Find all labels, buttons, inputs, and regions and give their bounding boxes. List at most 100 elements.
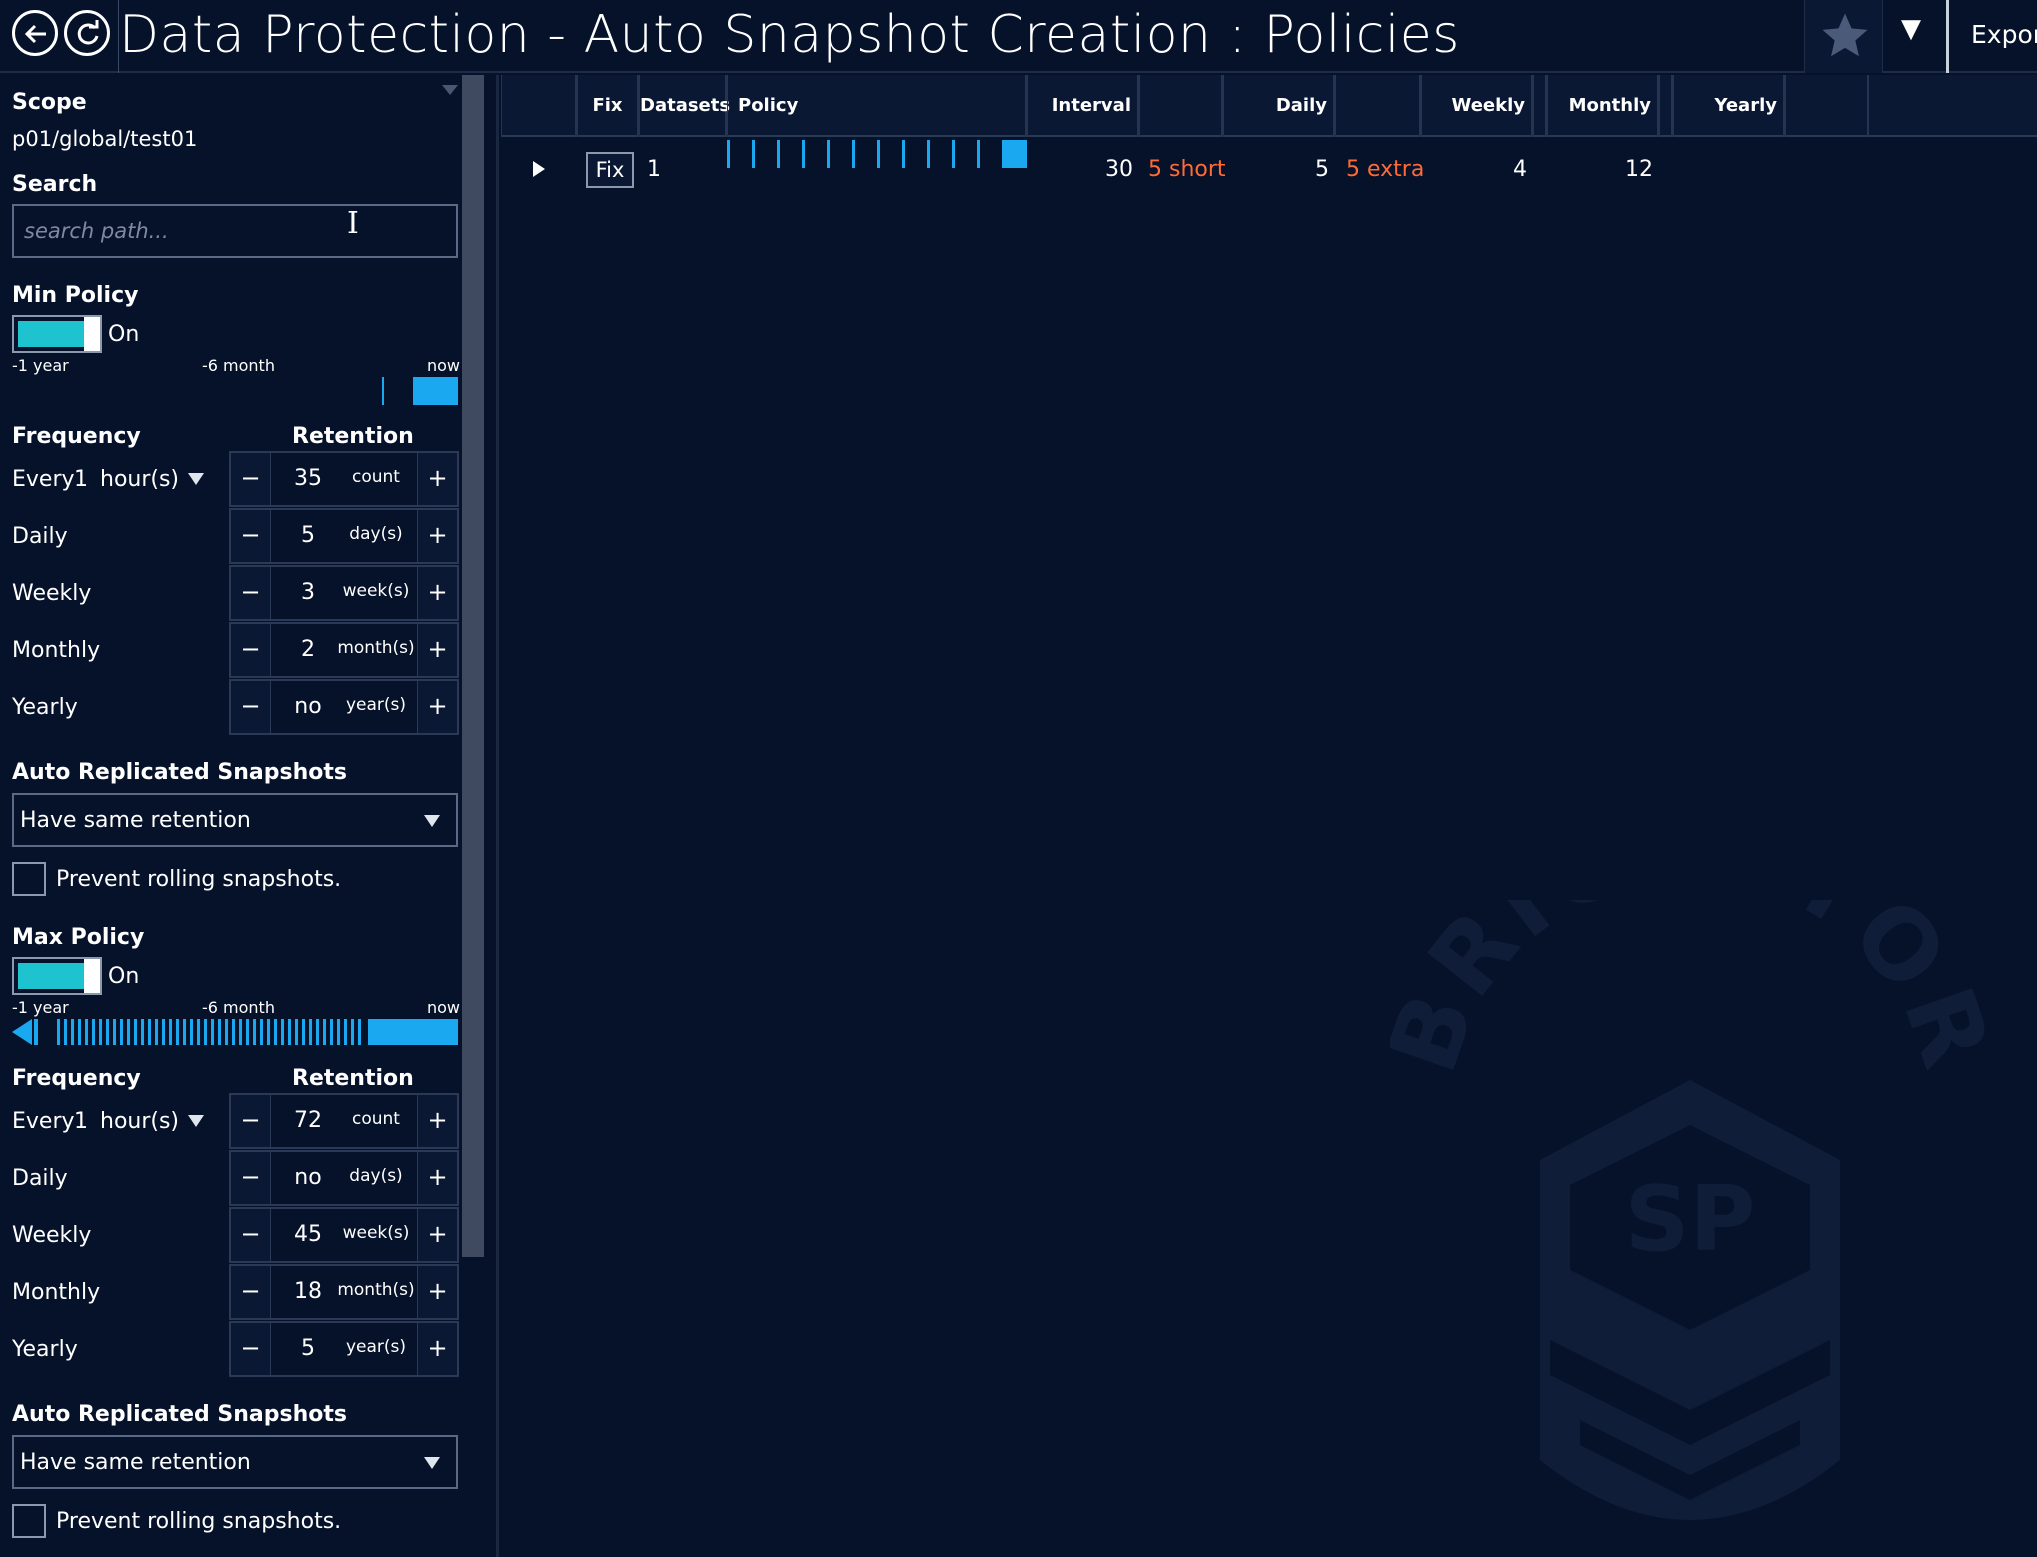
max-prevent-rolling-checkbox[interactable]: [12, 1504, 46, 1538]
retention-value[interactable]: 2: [275, 637, 341, 662]
select-value: Have same retention: [20, 808, 251, 833]
export-label: Export: [1971, 20, 2037, 49]
toggle-knob: [84, 317, 100, 351]
column-header-yearly[interactable]: Yearly: [1673, 75, 1785, 137]
column-header-policy[interactable]: Policy: [727, 75, 1027, 137]
max-replicated-select[interactable]: Have same retention: [12, 1435, 458, 1489]
retention-header: Retention: [292, 1066, 414, 1091]
column-header-interval[interactable]: Interval: [1027, 75, 1139, 137]
increment-button[interactable]: +: [417, 624, 457, 676]
timeline-tick: [64, 1019, 67, 1045]
frequency-interval-unit[interactable]: hour(s): [100, 467, 179, 492]
toggle-fill: [18, 963, 86, 989]
timeline-tick: [337, 1019, 340, 1045]
expand-row-icon[interactable]: [533, 161, 545, 177]
column-header-monthly[interactable]: Monthly: [1547, 75, 1659, 137]
policy-timeline-bar: [727, 140, 1027, 168]
decrement-button[interactable]: −: [231, 1152, 271, 1204]
retention-value[interactable]: 5: [275, 1336, 341, 1361]
fix-button[interactable]: Fix: [586, 152, 634, 188]
column-header-daily[interactable]: Daily: [1223, 75, 1335, 137]
increment-button[interactable]: +: [417, 1152, 457, 1204]
retention-unit: day(s): [349, 1166, 403, 1186]
retention-value[interactable]: 72: [275, 1108, 341, 1133]
increment-button[interactable]: +: [417, 1209, 457, 1261]
decrement-button[interactable]: −: [231, 624, 271, 676]
chevron-down-icon: [424, 815, 440, 827]
retention-unit: count: [352, 467, 400, 487]
max-policy-toggle[interactable]: [12, 957, 102, 995]
options-dropdown-button[interactable]: ▼: [1882, 0, 1946, 73]
retention-value[interactable]: no: [275, 694, 341, 719]
increment-button[interactable]: +: [417, 1095, 457, 1147]
search-input[interactable]: [12, 204, 458, 258]
min-policy-toggle[interactable]: [12, 315, 102, 353]
refresh-button[interactable]: [64, 10, 110, 56]
increment-button[interactable]: +: [417, 510, 457, 562]
frequency-interval-unit[interactable]: hour(s): [100, 1109, 179, 1134]
sidebar-scrollbar[interactable]: [462, 75, 484, 1257]
star-icon: [1822, 13, 1868, 57]
retention-value[interactable]: 3: [275, 580, 341, 605]
decrement-button[interactable]: −: [231, 567, 271, 619]
timeline-label-year: -1 year: [12, 356, 69, 375]
timeline-tick: [71, 1019, 74, 1045]
min-monthly-retention-stepper: − 2 month(s) +: [229, 622, 459, 678]
increment-button[interactable]: +: [417, 1323, 457, 1375]
min-weekly-retention-stepper: − 3 week(s) +: [229, 565, 459, 621]
frequency-interval-value[interactable]: 1: [74, 467, 88, 492]
retention-unit: month(s): [337, 1280, 415, 1300]
panel-divider[interactable]: [496, 75, 499, 1557]
max-policy-toggle-state: On: [108, 964, 140, 989]
retention-value[interactable]: 5: [275, 523, 341, 548]
frequency-header: Frequency: [12, 1066, 141, 1091]
column-header-datasets[interactable]: Datasets: [639, 75, 730, 137]
retention-value[interactable]: 45: [275, 1222, 341, 1247]
decrement-button[interactable]: −: [231, 1266, 271, 1318]
timeline-tick: [162, 1019, 165, 1045]
favorite-button[interactable]: [1804, 0, 1882, 73]
increment-button[interactable]: +: [417, 567, 457, 619]
yearly-label: Yearly: [12, 695, 78, 720]
frequency-every-label: Every: [12, 1109, 75, 1134]
back-button[interactable]: [12, 10, 58, 56]
column-header-weekly[interactable]: Weekly: [1421, 75, 1533, 137]
increment-button[interactable]: +: [417, 1266, 457, 1318]
frequency-every-label: Every: [12, 467, 75, 492]
column-header-fix[interactable]: Fix: [577, 75, 639, 137]
min-prevent-rolling-checkbox[interactable]: [12, 862, 46, 896]
decrement-button[interactable]: −: [231, 510, 271, 562]
retention-header: Retention: [292, 424, 414, 449]
decrement-button[interactable]: −: [231, 1323, 271, 1375]
timeline-tick: [274, 1019, 277, 1045]
interval-dropdown-icon[interactable]: [188, 1115, 204, 1127]
decrement-button[interactable]: −: [231, 1095, 271, 1147]
decrement-button[interactable]: −: [231, 453, 271, 505]
increment-button[interactable]: +: [417, 453, 457, 505]
increment-button[interactable]: +: [417, 681, 457, 733]
retention-value[interactable]: no: [275, 1165, 341, 1190]
min-yearly-retention-stepper: − no year(s) +: [229, 679, 459, 735]
scroll-up-arrow-icon[interactable]: [442, 85, 458, 95]
frequency-interval-value[interactable]: 1: [74, 1109, 88, 1134]
min-replicated-select[interactable]: Have same retention: [12, 793, 458, 847]
timeline-tick: [281, 1019, 284, 1045]
retention-value[interactable]: 35: [275, 466, 341, 491]
min-hourly-retention-stepper: − 35 count +: [229, 451, 459, 507]
retention-value[interactable]: 18: [275, 1279, 341, 1304]
refresh-icon: [77, 20, 99, 45]
decrement-button[interactable]: −: [231, 1209, 271, 1261]
interval-dropdown-icon[interactable]: [188, 473, 204, 485]
timeline-tick: [120, 1019, 123, 1045]
export-button[interactable]: Export: [1946, 0, 2037, 73]
timeline-tick: [316, 1019, 319, 1045]
timeline-tick: [260, 1019, 263, 1045]
timeline-tick: [155, 1019, 158, 1045]
prevent-rolling-label: Prevent rolling snapshots.: [56, 867, 342, 892]
table-row[interactable]: Fix 1 30 5 short 5 5 extra 4 12: [501, 137, 2037, 203]
daily-status-cell: 5 extra: [1346, 157, 1425, 182]
decrement-button[interactable]: −: [231, 681, 271, 733]
timeline-label-now: now: [427, 356, 461, 375]
daily-label: Daily: [12, 524, 68, 549]
select-value: Have same retention: [20, 1450, 251, 1475]
